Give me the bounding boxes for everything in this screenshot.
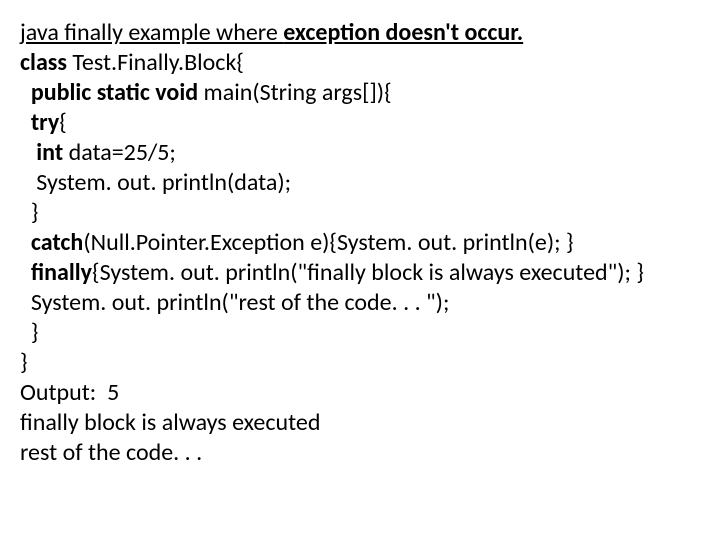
kw-class: class — [20, 48, 67, 77]
title-plain: java finally example where — [20, 18, 283, 47]
code-text: } — [20, 318, 38, 347]
code-text: System. out. println(data); — [20, 168, 291, 197]
title-emphasis: exception doesn't occur. — [283, 18, 523, 47]
code-text: System. out. println("rest of the code. … — [20, 288, 449, 317]
code-block: class Test.Finally.Block{ public static … — [20, 48, 700, 468]
output-label: Output: — [20, 378, 107, 407]
output-line: finally block is always executed — [20, 408, 320, 437]
kw-try: try — [20, 108, 59, 137]
slide-title: java finally example where exception doe… — [20, 18, 700, 48]
code-text: Test.Finally.Block{ — [67, 48, 244, 77]
kw-int: int — [20, 138, 63, 167]
code-text: } — [20, 348, 28, 377]
output-line: rest of the code. . . — [20, 438, 202, 467]
code-text: main(String args[]){ — [198, 78, 392, 107]
code-text: { — [59, 108, 67, 137]
code-text: } — [20, 198, 38, 227]
code-text: (Null.Pointer.Exception e){System. out. … — [83, 228, 573, 257]
output-value: 5 — [107, 378, 119, 407]
code-text: data=25/5; — [63, 138, 176, 167]
kw-finally: finally — [20, 258, 92, 287]
kw-psv: public static void — [20, 78, 198, 107]
code-text: {System. out. println("finally block is … — [92, 258, 644, 287]
kw-catch: catch — [20, 228, 83, 257]
